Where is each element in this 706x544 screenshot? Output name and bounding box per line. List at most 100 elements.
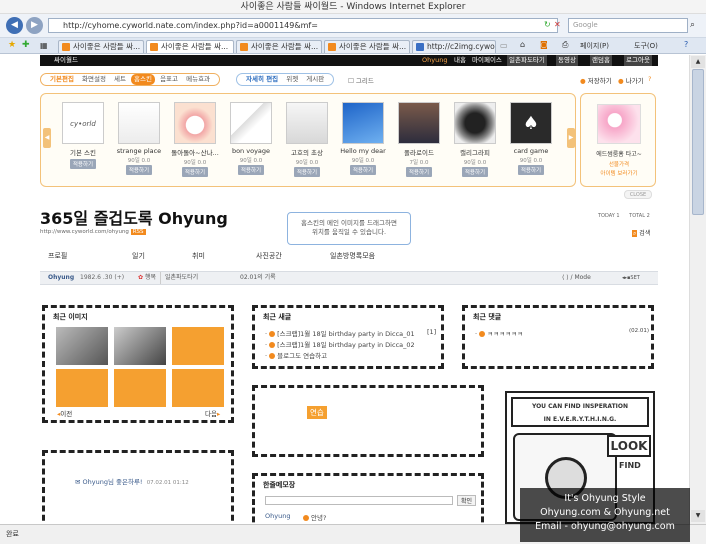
tab-board[interactable]: 게시판 [303, 74, 327, 85]
browser-tab[interactable]: http://c2img.cyworld... [412, 40, 496, 53]
tab-set[interactable]: 세트 [111, 74, 129, 85]
tab-sound[interactable]: 음표고 [157, 74, 181, 85]
topbar-link[interactable]: 랜덤홈 [590, 55, 612, 66]
topbar-link[interactable]: 로그아웃 [624, 55, 652, 66]
skin-item[interactable]: 캘리그라피 90일 0.0 적용하기 [447, 102, 503, 180]
topbar-link[interactable]: 마이페이스 [472, 55, 502, 66]
browser-tab[interactable]: 사이좋은 사람들 싸... [324, 40, 410, 53]
nav-hobby[interactable]: 취미 [192, 251, 205, 261]
tab-widget[interactable]: 위젯 [283, 74, 301, 85]
tab-list-icon[interactable]: ▦ [40, 41, 48, 50]
save-button[interactable]: ● 저장하기 [580, 75, 612, 85]
ie-tools-menu[interactable]: 도구(O) [634, 41, 658, 51]
apply-button[interactable]: 적용하기 [293, 167, 321, 177]
user-name[interactable]: Ohyung [422, 55, 447, 66]
favorites-star-icon[interactable]: ★ [8, 40, 16, 50]
feeds-icon[interactable]: ◙ [540, 40, 548, 49]
fadoki-select[interactable]: 일촌파도타기 [160, 272, 198, 284]
topbar-link[interactable]: 동영상 [556, 55, 578, 66]
skin-item[interactable]: strange place 90일 0.0 적용하기 [111, 102, 167, 180]
photo-thumb[interactable] [113, 326, 167, 366]
skin-prev-icon[interactable]: ◀ [43, 128, 51, 148]
help-circle-icon[interactable]: ? [648, 75, 651, 83]
memo-input[interactable] [265, 496, 453, 505]
featured-skin-link[interactable]: 아이템 보러가기 [585, 169, 653, 177]
home-icon[interactable]: ⌂ [520, 40, 525, 49]
tab-screen-settings[interactable]: 화면설정 [79, 74, 109, 85]
nav-profile[interactable]: 프로필 [48, 251, 67, 261]
topbar-link[interactable]: 일촌파도타기 [507, 55, 547, 66]
browser-tab[interactable]: 사이좋은 사람들 싸... [236, 40, 322, 53]
apply-button[interactable]: 적용하기 [405, 167, 433, 177]
photo-thumb-empty[interactable] [171, 368, 225, 408]
stop-icon[interactable]: ✕ [554, 20, 561, 29]
close-panel-button[interactable]: CLOSE [624, 190, 652, 199]
search-input[interactable]: Google [568, 18, 688, 33]
grid-checkbox[interactable]: ☐ 그리드 [348, 75, 374, 85]
featured-skin-thumb[interactable] [597, 104, 641, 144]
skin-next-icon[interactable]: ▶ [567, 128, 575, 148]
exit-button[interactable]: ● 나가기 [618, 75, 644, 85]
apply-button[interactable]: 적용하기 [461, 167, 489, 177]
home-url-text[interactable]: http://www.cyworld.com/ohyung [40, 229, 129, 235]
apply-button[interactable]: 적용하기 [69, 159, 97, 169]
back-icon[interactable]: ◀ [6, 17, 23, 34]
pager-icons[interactable]: ◂▸▪SET [622, 272, 640, 284]
skin-item[interactable]: cy•orld 기본 스킨 적용하기 [55, 102, 111, 180]
nav-guestbook[interactable]: 일촌방명록모음 [330, 251, 375, 261]
skin-item[interactable]: Hello my dear 90일 0.0 적용하기 [335, 102, 391, 180]
prev-link[interactable]: ◂이전 [57, 408, 72, 418]
rss-badge[interactable]: RSS [130, 229, 146, 235]
scroll-thumb[interactable] [692, 69, 704, 215]
list-item[interactable]: · [스크랩]1월 18일 birthday party in Dicca_01 [265, 328, 415, 338]
featured-skin-price[interactable]: 선물가격 [585, 160, 653, 168]
list-item[interactable]: · [스크랩]1월 18일 birthday party in Dicca_02 [265, 339, 415, 349]
tab-detail-edit[interactable]: 자세히 편집 [243, 74, 281, 85]
list-item[interactable]: · 블로그도 연습하고 [265, 350, 327, 360]
list-item[interactable]: · ㅋㅋㅋㅋㅋㅋ [475, 328, 523, 338]
memo-submit-button[interactable]: 확인 [457, 495, 477, 506]
photo-thumb-empty[interactable] [55, 368, 109, 408]
browser-tab-active[interactable]: 사이좋은 사람들 싸... [146, 40, 234, 53]
search-icon[interactable]: ⌕ [690, 20, 695, 30]
add-favorite-icon[interactable]: ✚ [22, 40, 30, 50]
search-button[interactable]: ⌕ 검색 [632, 228, 650, 238]
refresh-icon[interactable]: ↻ [544, 20, 551, 29]
apply-button[interactable]: 적용하기 [237, 165, 265, 175]
apply-button[interactable]: 적용하기 [517, 165, 545, 175]
tab-basic-edit[interactable]: 기본편집 [47, 74, 77, 85]
profile-name[interactable]: Ohyung [48, 272, 74, 284]
skin-item[interactable]: ♠ card game 90일 0.0 적용하기 [503, 102, 559, 180]
ie-page-menu[interactable]: 페이지(P) [580, 41, 609, 51]
tab-menu-effect[interactable]: 메뉴효과 [183, 74, 213, 85]
url-input[interactable]: http://cyhome.cyworld.nate.com/index.php… [48, 18, 558, 33]
skin-info: 90일 0.0 [183, 160, 207, 166]
vertical-scrollbar[interactable]: ▲ ▼ [689, 55, 706, 524]
memo-author[interactable]: Ohyung [265, 512, 290, 520]
tab-home-skin[interactable]: 홈스킨 [131, 74, 155, 85]
skin-item[interactable]: 돌아돌아~산나... 90일 0.0 적용하기 [167, 102, 223, 180]
guest-message[interactable]: ✉ Ohyung님 좋은하루! 07.02.01 01:12 [75, 476, 189, 486]
scroll-down-icon[interactable]: ▼ [691, 510, 705, 522]
mode-control[interactable]: ⟨ ⟩ / Mode [562, 272, 591, 284]
new-tab-icon[interactable]: ▭ [500, 41, 508, 50]
nav-diary[interactable]: 일기 [132, 251, 145, 261]
topbar-link[interactable]: 내홈 [454, 55, 466, 66]
apply-button[interactable]: 적용하기 [125, 165, 153, 175]
scroll-up-icon[interactable]: ▲ [691, 56, 705, 68]
print-icon[interactable]: ⎙ [562, 40, 568, 50]
nav-photos[interactable]: 사진공간 [256, 251, 282, 261]
forward-icon[interactable]: ▶ [26, 17, 43, 34]
skin-item[interactable]: bon voyage 90일 0.0 적용하기 [223, 102, 279, 180]
cyworld-logo[interactable]: 싸이월드 [54, 55, 78, 66]
photo-thumb[interactable] [55, 326, 109, 366]
apply-button[interactable]: 적용하기 [349, 165, 377, 175]
skin-item[interactable]: 고호의 초상 90일 0.0 적용하기 [279, 102, 335, 180]
photo-thumb-empty[interactable] [171, 326, 225, 366]
next-link[interactable]: 다음▸ [205, 408, 220, 418]
skin-item[interactable]: 폴라로이드 7일 0.0 적용하기 [391, 102, 447, 180]
browser-tab[interactable]: 사이좋은 사람들 싸... [58, 40, 144, 53]
help-icon[interactable]: ? [684, 40, 688, 49]
photo-thumb-empty[interactable] [113, 368, 167, 408]
apply-button[interactable]: 적용하기 [181, 167, 209, 177]
